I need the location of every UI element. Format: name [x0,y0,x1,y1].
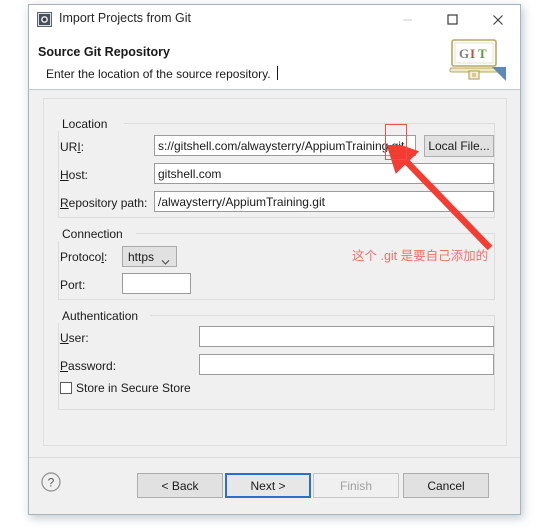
store-secure-store-label: Store in Secure Store [76,381,191,395]
authentication-group-edge-left [58,315,59,409]
port-label: Port: [60,278,86,292]
repository-path-input[interactable] [154,191,494,212]
page-description: Enter the location of the source reposit… [46,67,271,81]
wizard-content: Location URI: Local File... Host: Reposi… [29,90,520,460]
window-title: Import Projects from Git [59,11,191,25]
location-group-label: Location [58,117,112,131]
protocol-value: https [128,249,155,264]
authentication-group-divider [150,315,494,316]
store-secure-store-checkbox-row[interactable]: Store in Secure Store [60,381,191,395]
maximize-button[interactable] [430,5,475,34]
svg-text:G: G [459,46,469,61]
title-bar: Import Projects from Git [29,5,520,35]
annotation-text: 这个 .git 是要自己添加的 [352,249,489,263]
uri-input[interactable] [154,135,416,156]
repository-path-label: Repository path: [60,196,148,210]
location-group-edge-right [494,123,495,217]
minimize-button[interactable] [385,5,430,34]
uri-label: URI: [60,140,85,154]
chevron-down-icon [161,253,170,271]
page-title: Source Git Repository [38,45,170,59]
protocol-label: Protocol: [60,250,108,264]
password-input[interactable] [199,354,494,375]
git-banner-icon: G I T [446,37,508,87]
text-caret [277,66,278,80]
wizard-header: Source Git Repository Enter the location… [29,35,520,90]
maximize-icon [447,14,458,25]
connection-group-label: Connection [58,227,127,241]
connection-group-edge-right [494,233,495,299]
store-secure-store-checkbox[interactable] [60,382,72,394]
next-button[interactable]: Next > [225,473,311,498]
authentication-group-label: Authentication [58,309,143,323]
connection-group-divider [136,233,494,234]
svg-text:?: ? [48,476,55,490]
port-input[interactable] [122,273,191,294]
svg-text:T: T [478,46,487,61]
finish-button: Finish [313,473,399,498]
host-input[interactable] [154,163,494,184]
cancel-button[interactable]: Cancel [403,473,489,498]
svg-text:I: I [470,46,475,61]
user-label: User: [60,331,89,345]
location-group-bottom [58,217,495,218]
location-group-divider [124,123,494,124]
location-group-edge-left [58,123,59,217]
host-label: Host: [60,168,89,182]
connection-group-bottom [58,299,495,300]
authentication-group-bottom [58,409,495,410]
minimize-icon [403,19,412,21]
git-repo-icon [37,12,52,27]
dialog-footer: ? < Back Next > Finish Cancel [29,457,520,514]
screenshot-root: Import Projects from Git Source Git Repo… [0,0,553,532]
protocol-select[interactable]: https [122,246,177,267]
settings-panel: Location URI: Local File... Host: Reposi… [43,98,507,446]
close-button[interactable] [475,5,520,34]
password-label: Password: [60,359,117,373]
user-input[interactable] [199,326,494,347]
local-file-button[interactable]: Local File... [424,135,494,157]
back-button[interactable]: < Back [137,473,223,498]
close-icon [492,14,503,25]
authentication-group-edge-right [494,315,495,409]
connection-group-edge-left [58,233,59,299]
help-button[interactable]: ? [41,472,61,492]
